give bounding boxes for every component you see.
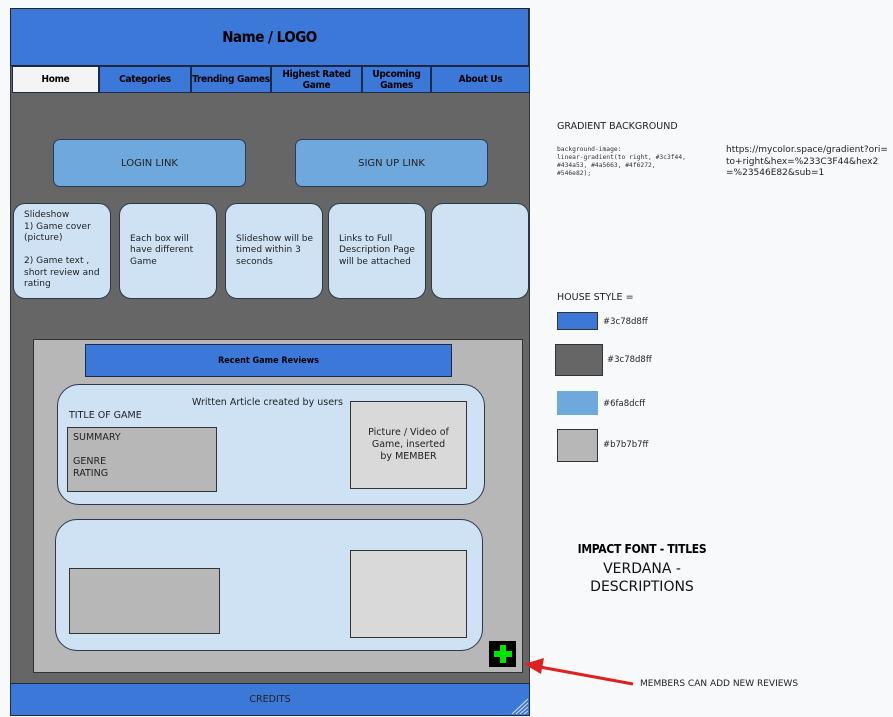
- swatch-label: #6fa8dcff: [603, 399, 646, 409]
- swatch-blue: [557, 312, 598, 330]
- gradient-url[interactable]: https://mycolor.space/gradient?ori=to+ri…: [726, 145, 888, 180]
- slideshow-box[interactable]: Links to Full Description Page will be a…: [328, 203, 426, 299]
- plus-icon: [493, 645, 512, 663]
- review-game-title: TITLE OF GAME: [69, 410, 142, 421]
- resize-grip-icon[interactable]: [509, 697, 529, 715]
- font-note-descriptions: VERDANA - DESCRIPTIONS: [590, 561, 694, 595]
- slideshow-box[interactable]: [431, 203, 529, 299]
- nav-highest-rated-game[interactable]: Highest Rated Game: [271, 66, 362, 93]
- swatch-dark-gray: [555, 344, 603, 376]
- credits-label[interactable]: CREDITS: [249, 694, 290, 705]
- site-footer: CREDITS: [10, 683, 530, 716]
- swatch-gray: [557, 429, 598, 462]
- login-link[interactable]: LOGIN LINK: [53, 139, 246, 187]
- review-summary-box: [69, 568, 220, 634]
- review-media-box: [350, 550, 467, 638]
- nav-home[interactable]: Home: [12, 66, 99, 93]
- main-nav: Home Categories Trending Games Highest R…: [12, 66, 530, 93]
- nav-about-us[interactable]: About Us: [431, 66, 530, 93]
- recent-reviews-title: Recent Game Reviews: [85, 344, 452, 377]
- swatch-label: #b7b7b7ff: [603, 440, 649, 450]
- signup-link[interactable]: SIGN UP LINK: [295, 139, 488, 187]
- gradient-heading: GRADIENT BACKGROUND: [557, 121, 678, 132]
- swatch-light-blue: [557, 391, 598, 415]
- review-summary-box: SUMMARY GENRE RATING: [67, 427, 217, 492]
- house-style-heading: HOUSE STYLE =: [557, 292, 634, 303]
- members-note: MEMBERS CAN ADD NEW REVIEWS: [640, 679, 799, 689]
- gradient-code: background-image: linear-gradient(to rig…: [557, 146, 686, 177]
- review-media-box: Picture / Video of Game, inserted by MEM…: [350, 401, 467, 489]
- nav-trending-games[interactable]: Trending Games: [191, 66, 271, 93]
- add-review-button[interactable]: [489, 641, 516, 667]
- font-note-titles: IMPACT FONT - TITLES: [577, 542, 707, 556]
- site-header: Name / LOGO: [10, 8, 529, 66]
- arrow-icon: [524, 658, 634, 686]
- swatch-label: #3c78d8ff: [607, 355, 652, 365]
- nav-upcoming-games[interactable]: Upcoming Games: [362, 66, 431, 93]
- slideshow-box[interactable]: Slideshow will be timed within 3 seconds: [225, 203, 323, 299]
- slideshow-box[interactable]: Slideshow 1) Game cover (picture) 2) Gam…: [13, 203, 111, 299]
- review-caption: Written Article created by users: [192, 397, 343, 408]
- logo-title[interactable]: Name / LOGO: [222, 28, 317, 46]
- nav-categories[interactable]: Categories: [99, 66, 191, 93]
- swatch-label: #3c78d8ff: [603, 317, 648, 327]
- slideshow-box[interactable]: Each box will have different Game: [119, 203, 217, 299]
